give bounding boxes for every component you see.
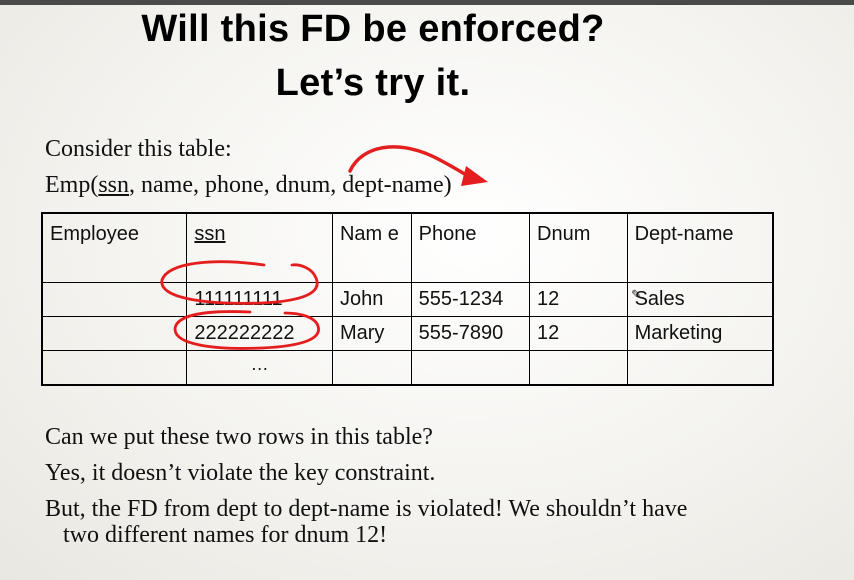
emp-schema-rest: , name, phone, dnum, dept-name): [129, 172, 452, 198]
pointer-cursor-icon: ✎: [631, 288, 642, 303]
cell-dnum: 12: [529, 316, 628, 351]
question-text: Can we put these two rows in this table?: [45, 424, 433, 450]
cell-phone: 555-1234: [410, 282, 531, 317]
cell-employee: [41, 316, 188, 351]
emp-schema-key: ssn: [98, 172, 130, 198]
consider-text: Consider this table:: [45, 136, 232, 162]
cell-phone: 555-7890: [410, 316, 531, 351]
header-employee: Employee: [41, 212, 188, 283]
conclusion-line1: But, the FD from dept to dept-name is vi…: [45, 496, 688, 522]
table-row: 222222222 Mary 555-7890 12 Marketing: [41, 316, 774, 351]
cell-name: Mary: [331, 316, 412, 351]
slide-title-line2: Let’s try it.: [275, 62, 471, 104]
cell-dnum: [529, 350, 628, 386]
table-row: …: [41, 350, 774, 386]
header-phone: Phone: [410, 212, 531, 283]
emp-schema-prefix: Emp(: [45, 172, 99, 198]
cell-ssn: 111111111: [186, 282, 333, 317]
cell-dept-name: Marketing: [626, 316, 774, 351]
cell-phone: [410, 350, 531, 386]
window-top-bar: [0, 0, 854, 5]
cell-employee: [41, 350, 188, 386]
header-ssn: ssn: [186, 212, 333, 283]
cell-dept-name: Sales: [626, 282, 774, 317]
cell-name: John: [331, 282, 412, 317]
employee-table: Employee ssn Nam e Phone Dnum Dept-name …: [41, 212, 774, 386]
header-dnum: Dnum: [529, 212, 628, 283]
slide-title-line1: Will this FD be enforced?: [141, 8, 605, 50]
conclusion-line2: two different names for dnum 12!: [63, 522, 388, 548]
cell-dept-name: [626, 350, 774, 386]
cell-dnum: 12: [529, 282, 628, 317]
ellipsis-text: …: [250, 354, 269, 374]
table-row: 111111111 John 555-1234 12 Sales: [41, 282, 774, 317]
header-name: Nam e: [331, 212, 412, 283]
answer-text: Yes, it doesn’t violate the key constrai…: [45, 460, 436, 486]
cell-ssn: 222222222: [186, 316, 333, 351]
cell-employee: [41, 282, 188, 317]
cell-name: [331, 350, 412, 386]
conclusion-text: But, the FD from dept to dept-name is vi…: [45, 496, 687, 547]
cell-ssn-ellipsis: …: [186, 350, 333, 386]
emp-schema: Emp(ssn, name, phone, dnum, dept-name): [45, 172, 452, 199]
table-header-row: Employee ssn Nam e Phone Dnum Dept-name: [41, 212, 774, 283]
red-arrow-head: [461, 166, 488, 186]
header-dept-name: Dept-name: [626, 212, 774, 283]
